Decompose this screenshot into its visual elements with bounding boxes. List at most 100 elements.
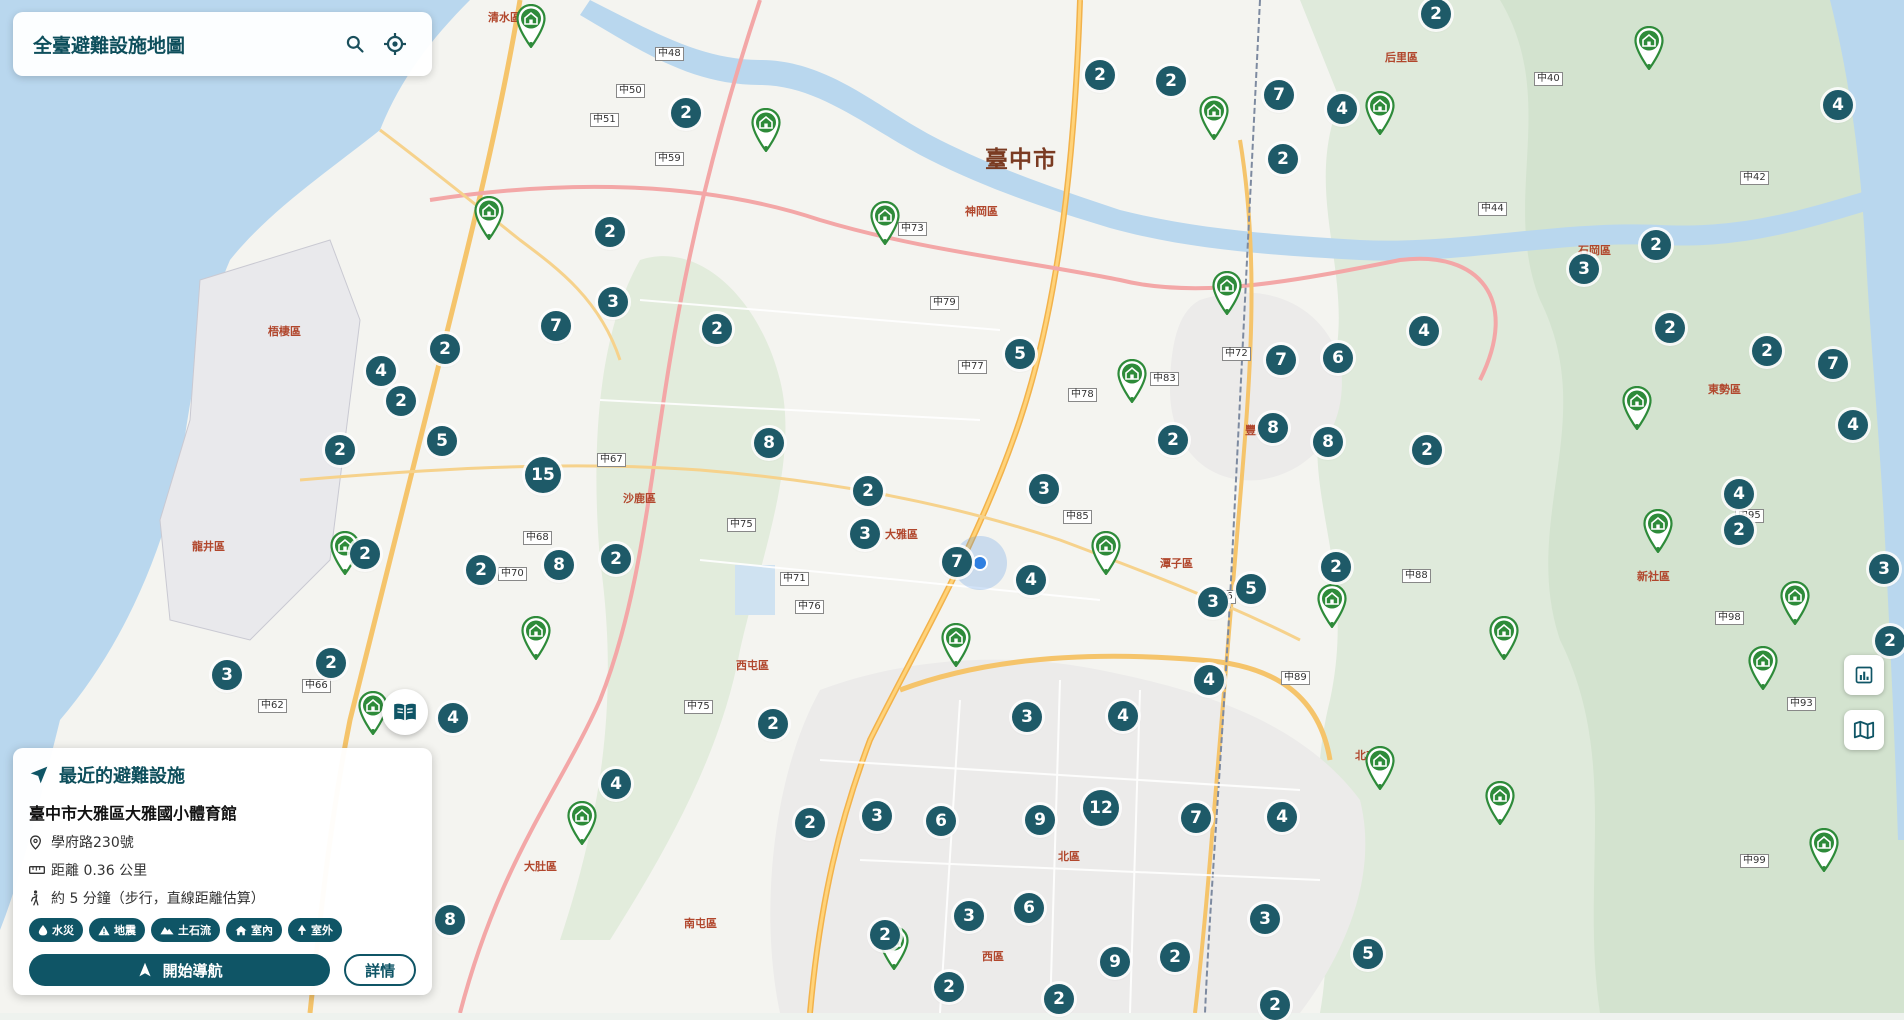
shelter-cluster[interactable]: 2 xyxy=(1268,144,1298,174)
shelter-cluster[interactable]: 4 xyxy=(366,356,396,386)
shelter-cluster[interactable]: 2 xyxy=(1085,60,1115,90)
shelter-cluster[interactable]: 4 xyxy=(438,703,468,733)
shelter-cluster[interactable]: 7 xyxy=(1181,803,1211,833)
details-button[interactable]: 詳情 xyxy=(344,954,416,986)
shelter-cluster[interactable]: 4 xyxy=(1108,701,1138,731)
shelter-cluster[interactable]: 5 xyxy=(1236,574,1266,604)
shelter-pin-icon[interactable] xyxy=(567,800,597,846)
guide-button[interactable] xyxy=(382,689,428,735)
shelter-cluster[interactable]: 2 xyxy=(466,555,496,585)
shelter-cluster[interactable]: 4 xyxy=(1724,479,1754,509)
shelter-pin-icon[interactable] xyxy=(1199,95,1229,141)
shelter-cluster[interactable]: 2 xyxy=(1158,425,1188,455)
shelter-pin-icon[interactable] xyxy=(1317,583,1347,629)
start-navigation-button[interactable]: 開始導航 xyxy=(29,954,331,986)
shelter-cluster[interactable]: 8 xyxy=(435,905,465,935)
shelter-cluster[interactable]: 7 xyxy=(541,311,571,341)
shelter-cluster[interactable]: 9 xyxy=(1025,805,1055,835)
shelter-cluster[interactable]: 3 xyxy=(1012,702,1042,732)
shelter-cluster[interactable]: 3 xyxy=(1198,587,1228,617)
shelter-cluster[interactable]: 2 xyxy=(1160,942,1190,972)
shelter-cluster[interactable]: 4 xyxy=(1838,410,1868,440)
shelter-cluster[interactable]: 2 xyxy=(350,539,380,569)
stats-button[interactable] xyxy=(1844,655,1884,695)
shelter-cluster[interactable]: 2 xyxy=(1641,230,1671,260)
shelter-pin-icon[interactable] xyxy=(1485,780,1515,826)
shelter-cluster[interactable]: 4 xyxy=(601,769,631,799)
shelter-cluster[interactable]: 2 xyxy=(595,217,625,247)
shelter-cluster[interactable]: 5 xyxy=(427,426,457,456)
shelter-cluster[interactable]: 12 xyxy=(1083,790,1119,826)
shelter-cluster[interactable]: 2 xyxy=(934,972,964,1002)
shelter-cluster[interactable]: 5 xyxy=(1005,339,1035,369)
shelter-cluster[interactable]: 2 xyxy=(1655,313,1685,343)
shelter-cluster[interactable]: 2 xyxy=(316,648,346,678)
shelter-pin-icon[interactable] xyxy=(1365,745,1395,791)
shelter-cluster[interactable]: 7 xyxy=(942,547,972,577)
shelter-cluster[interactable]: 2 xyxy=(1752,336,1782,366)
shelter-cluster[interactable]: 2 xyxy=(853,476,883,506)
shelter-pin-icon[interactable] xyxy=(1780,580,1810,626)
shelter-pin-icon[interactable] xyxy=(1634,25,1664,71)
shelter-pin-icon[interactable] xyxy=(1643,508,1673,554)
shelter-cluster[interactable]: 2 xyxy=(758,709,788,739)
shelter-cluster[interactable]: 3 xyxy=(1569,254,1599,284)
shelter-cluster[interactable]: 2 xyxy=(1260,990,1290,1020)
shelter-cluster[interactable]: 4 xyxy=(1823,90,1853,120)
shelter-cluster[interactable]: 2 xyxy=(325,435,355,465)
shelter-cluster[interactable]: 7 xyxy=(1264,80,1294,110)
shelter-pin-icon[interactable] xyxy=(1117,358,1147,404)
shelter-pin-icon[interactable] xyxy=(1091,530,1121,576)
shelter-cluster[interactable]: 8 xyxy=(1258,413,1288,443)
shelter-pin-icon[interactable] xyxy=(751,107,781,153)
shelter-cluster[interactable]: 2 xyxy=(1421,0,1451,29)
shelter-cluster[interactable]: 8 xyxy=(754,428,784,458)
shelter-cluster[interactable]: 3 xyxy=(1250,904,1280,934)
shelter-pin-icon[interactable] xyxy=(1809,827,1839,873)
shelter-cluster[interactable]: 4 xyxy=(1194,665,1224,695)
shelter-cluster[interactable]: 7 xyxy=(1818,349,1848,379)
shelter-cluster[interactable]: 3 xyxy=(850,519,880,549)
shelter-cluster[interactable]: 6 xyxy=(926,806,956,836)
shelter-cluster[interactable]: 15 xyxy=(525,457,561,493)
shelter-pin-icon[interactable] xyxy=(474,195,504,241)
shelter-cluster[interactable]: 2 xyxy=(1412,435,1442,465)
shelter-cluster[interactable]: 2 xyxy=(1156,66,1186,96)
shelter-cluster[interactable]: 2 xyxy=(1875,626,1904,656)
shelter-cluster[interactable]: 6 xyxy=(1014,893,1044,923)
shelter-cluster[interactable]: 4 xyxy=(1327,94,1357,124)
shelter-pin-icon[interactable] xyxy=(1748,645,1778,691)
shelter-pin-icon[interactable] xyxy=(1212,270,1242,316)
shelter-cluster[interactable]: 3 xyxy=(1029,474,1059,504)
shelter-cluster[interactable]: 2 xyxy=(671,98,701,128)
shelter-cluster[interactable]: 2 xyxy=(870,920,900,950)
shelter-pin-icon[interactable] xyxy=(1622,385,1652,431)
shelter-cluster[interactable]: 2 xyxy=(702,314,732,344)
shelter-cluster[interactable]: 3 xyxy=(598,287,628,317)
map-layers-button[interactable] xyxy=(1844,710,1884,750)
shelter-cluster[interactable]: 4 xyxy=(1409,316,1439,346)
shelter-pin-icon[interactable] xyxy=(1489,615,1519,661)
shelter-pin-icon[interactable] xyxy=(1365,90,1395,136)
shelter-cluster[interactable]: 8 xyxy=(544,550,574,580)
shelter-cluster[interactable]: 2 xyxy=(386,386,416,416)
shelter-cluster[interactable]: 9 xyxy=(1100,947,1130,977)
shelter-pin-icon[interactable] xyxy=(521,615,551,661)
shelter-pin-icon[interactable] xyxy=(516,3,546,49)
shelter-cluster[interactable]: 3 xyxy=(1869,554,1899,584)
shelter-pin-icon[interactable] xyxy=(941,622,971,668)
shelter-cluster[interactable]: 4 xyxy=(1016,565,1046,595)
shelter-cluster[interactable]: 2 xyxy=(1321,552,1351,582)
shelter-cluster[interactable]: 6 xyxy=(1323,343,1353,373)
shelter-cluster[interactable]: 8 xyxy=(1313,427,1343,457)
shelter-cluster[interactable]: 3 xyxy=(212,660,242,690)
shelter-cluster[interactable]: 7 xyxy=(1266,345,1296,375)
shelter-cluster[interactable]: 3 xyxy=(862,801,892,831)
shelter-cluster[interactable]: 2 xyxy=(795,808,825,838)
shelter-cluster[interactable]: 2 xyxy=(1044,984,1074,1014)
search-button[interactable] xyxy=(338,27,372,61)
shelter-cluster[interactable]: 2 xyxy=(1724,515,1754,545)
locate-button[interactable] xyxy=(378,27,412,61)
shelter-cluster[interactable]: 2 xyxy=(430,334,460,364)
shelter-cluster[interactable]: 3 xyxy=(954,901,984,931)
